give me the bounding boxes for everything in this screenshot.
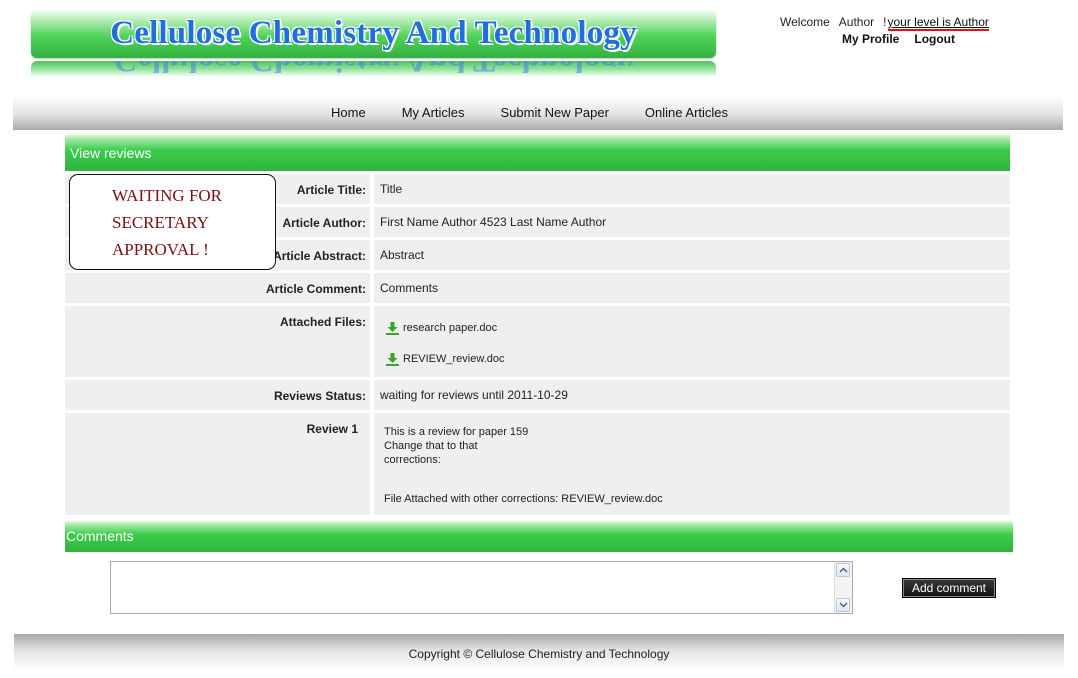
attached-files-list: research paper.doc REVIEW_review.doc bbox=[374, 306, 1010, 377]
welcome-label: Welcome bbox=[780, 15, 830, 29]
site-logo: Cellulose Chemistry And Technology bbox=[31, 10, 716, 58]
review-label: Review 1 bbox=[65, 413, 370, 515]
review-text: This is a review for paper 159 Change th… bbox=[384, 426, 529, 466]
site-title-reflection: Cellulose Chemistry And Technology bbox=[31, 61, 716, 77]
nav-home[interactable]: Home bbox=[331, 105, 366, 120]
add-comment-button[interactable]: Add comment bbox=[902, 578, 996, 598]
stamp-line: SECRETARY bbox=[112, 213, 209, 232]
exclamation: ! bbox=[883, 15, 887, 29]
comments-bar: Comments bbox=[65, 520, 1013, 552]
logout-link[interactable]: Logout bbox=[914, 32, 955, 46]
footer: Copyright © Cellulose Chemistry and Tech… bbox=[14, 634, 1064, 670]
review-attached-file: File Attached with other corrections: RE… bbox=[384, 493, 663, 505]
scroll-down-button[interactable] bbox=[836, 598, 850, 612]
nav-online-articles[interactable]: Online Articles bbox=[645, 105, 728, 120]
view-reviews-bar: View reviews bbox=[65, 133, 1010, 171]
site-title: Cellulose Chemistry And Technology bbox=[110, 15, 637, 51]
file-name: research paper.doc bbox=[403, 322, 498, 334]
user-box: Welcome Author !your level is Author My Pr… bbox=[780, 15, 1020, 46]
nav-submit-new-paper[interactable]: Submit New Paper bbox=[501, 105, 609, 120]
review-body: This is a review for paper 159 Change th… bbox=[374, 413, 1010, 515]
stamp-line: APPROVAL ! bbox=[112, 240, 209, 259]
download-icon bbox=[386, 321, 399, 335]
comments-title: Comments bbox=[66, 528, 134, 544]
chevron-down-icon bbox=[839, 602, 848, 608]
approval-status-stamp: WAITING FOR SECRETARY APPROVAL ! bbox=[69, 174, 276, 270]
attached-files-label: Attached Files: bbox=[65, 306, 370, 377]
user-level-link[interactable]: your level is Author bbox=[887, 15, 989, 31]
view-reviews-title: View reviews bbox=[70, 145, 152, 161]
article-author-value: First Name Author 4523 Last Name Author bbox=[374, 207, 1010, 237]
article-comment-label: Article Comment: bbox=[65, 273, 370, 303]
site-logo-reflection: Cellulose Chemistry And Technology bbox=[31, 61, 716, 77]
comment-input[interactable] bbox=[111, 562, 836, 613]
download-icon bbox=[386, 352, 399, 366]
article-title-value: Title bbox=[374, 174, 1010, 204]
file-link-review[interactable]: REVIEW_review.doc bbox=[386, 346, 1004, 372]
file-name: REVIEW_review.doc bbox=[403, 353, 505, 365]
copyright-text: Copyright © Cellulose Chemistry and Tech… bbox=[408, 647, 670, 661]
reviews-status-row: Reviews Status: waiting for reviews unti… bbox=[65, 380, 1010, 410]
main-nav: Home My Articles Submit New Paper Online Ar… bbox=[13, 96, 1063, 130]
my-profile-link[interactable]: My Profile bbox=[842, 32, 899, 46]
reviews-status-value: waiting for reviews until 2011-10-29 bbox=[374, 380, 1010, 410]
stamp-line: WAITING FOR bbox=[112, 186, 223, 205]
chevron-up-icon bbox=[839, 567, 848, 573]
scroll-up-button[interactable] bbox=[836, 563, 850, 577]
comment-scrollbar[interactable] bbox=[834, 562, 852, 613]
review-row: Review 1 This is a review for paper 159 … bbox=[65, 413, 1010, 515]
article-abstract-value: Abstract bbox=[374, 240, 1010, 270]
user-name: Author bbox=[838, 15, 875, 29]
reviews-status-label: Reviews Status: bbox=[65, 380, 370, 410]
attached-files-row: Attached Files: research paper.doc REVIE… bbox=[65, 306, 1010, 377]
nav-my-articles[interactable]: My Articles bbox=[402, 105, 465, 120]
file-link-research-paper[interactable]: research paper.doc bbox=[386, 315, 1004, 341]
article-comment-row: Article Comment: Comments bbox=[65, 273, 1010, 303]
comment-box bbox=[110, 561, 853, 614]
review-panel: View reviews Article Title: Title Articl… bbox=[65, 133, 1010, 515]
article-comment-value: Comments bbox=[374, 273, 1010, 303]
